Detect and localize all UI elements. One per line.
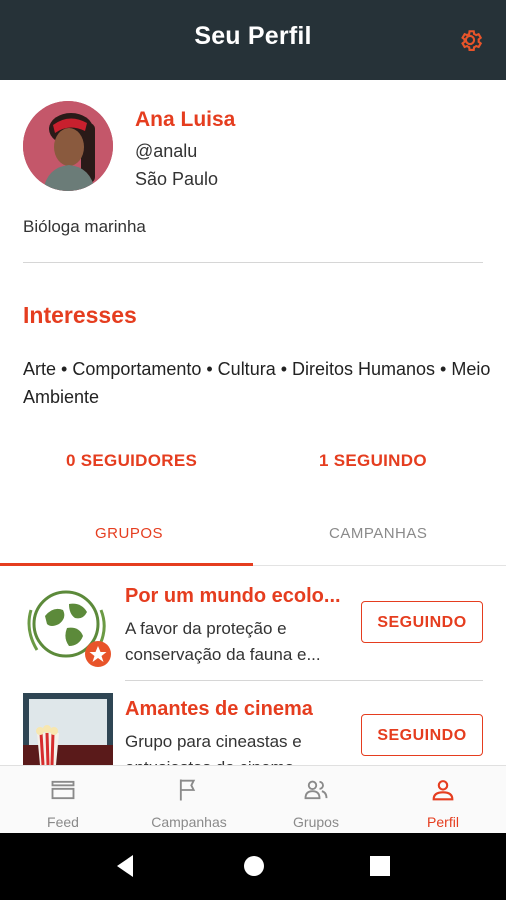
app-bar: Seu Perfil xyxy=(0,0,506,80)
profile-bio: Bióloga marinha xyxy=(23,217,146,236)
profile-handle: @analu xyxy=(135,141,198,161)
nav-label: Feed xyxy=(47,814,79,830)
nav-perfil[interactable]: Perfil xyxy=(380,766,506,834)
tab-grupos[interactable]: GRUPOS xyxy=(95,525,163,542)
following-button[interactable]: SEGUINDO xyxy=(361,714,483,756)
group-name[interactable]: Por um mundo ecolo... xyxy=(125,585,341,608)
interests-title: Interesses xyxy=(23,302,137,328)
feed-icon xyxy=(51,780,75,800)
home-icon[interactable] xyxy=(242,854,266,878)
flag-icon xyxy=(179,779,196,801)
back-icon[interactable] xyxy=(113,853,137,879)
profile-name: Ana Luisa xyxy=(135,108,236,131)
following-button[interactable]: SEGUINDO xyxy=(361,601,483,643)
group-desc-line: Grupo para cineastas e xyxy=(125,732,302,751)
group-desc-line: conservação da fauna e... xyxy=(125,645,321,664)
group-name[interactable]: Amantes de cinema xyxy=(125,698,313,721)
avatar xyxy=(23,101,113,191)
people-icon xyxy=(304,780,328,800)
nav-campanhas[interactable]: Campanhas xyxy=(126,766,252,834)
bottom-navigation: Feed Campanhas Grupos Perfil xyxy=(0,765,506,834)
group-image xyxy=(23,693,113,765)
page-title: Seu Perfil xyxy=(194,22,312,50)
person-icon xyxy=(432,780,454,801)
divider xyxy=(23,262,483,263)
divider xyxy=(125,680,483,681)
gear-icon[interactable] xyxy=(456,26,484,54)
nav-label: Grupos xyxy=(293,814,339,830)
tab-indicator xyxy=(0,563,253,566)
group-desc-line: A favor da proteção e xyxy=(125,619,287,638)
system-navigation-bar xyxy=(0,833,506,900)
nav-feed[interactable]: Feed xyxy=(0,766,126,834)
profile-city: São Paulo xyxy=(135,169,219,189)
interests-list: Arte • Comportamento • Cultura • Direito… xyxy=(23,359,491,407)
group-image xyxy=(23,580,113,670)
followers-count[interactable]: 0 SEGUIDORES xyxy=(66,451,197,471)
following-count[interactable]: 1 SEGUINDO xyxy=(319,451,427,471)
nav-label: Perfil xyxy=(427,814,459,830)
group-desc-line: entusiastas do cinema xyxy=(125,755,355,765)
tab-campanhas[interactable]: CAMPANHAS xyxy=(329,525,427,542)
nav-label: Campanhas xyxy=(151,814,227,830)
nav-grupos[interactable]: Grupos xyxy=(253,766,379,834)
recents-icon[interactable] xyxy=(369,855,391,877)
